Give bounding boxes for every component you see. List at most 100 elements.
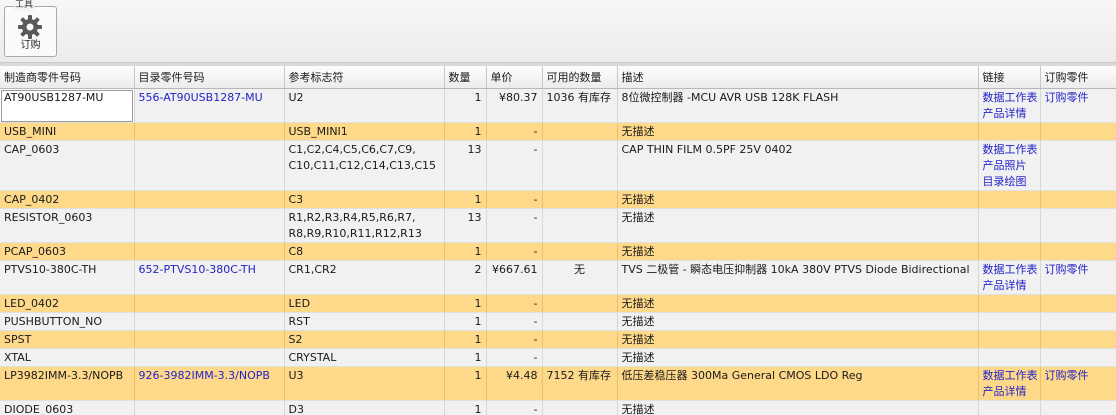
cell-ref-designator[interactable]: U2: [284, 88, 445, 123]
link-item[interactable]: 产品照片: [983, 158, 1036, 174]
cell-description[interactable]: 低压差稳压器 300Ma General CMOS LDO Reg: [617, 366, 979, 401]
header-order-part[interactable]: 订购零件: [1040, 66, 1116, 89]
cell-ref-designator[interactable]: CR1,CR2: [284, 260, 445, 295]
cell-description[interactable]: 无描述: [617, 122, 979, 141]
header-quantity[interactable]: 数量: [444, 66, 487, 89]
table-row[interactable]: LED_0402 LED 1- 无描述: [0, 294, 1116, 313]
cell-quantity[interactable]: 1: [444, 366, 487, 401]
bom-grid[interactable]: 制造商零件号码 目录零件号码 参考标志符 数量 单价 可用的数量 描述 链接 订…: [0, 66, 1116, 415]
cell-description[interactable]: 无描述: [617, 294, 979, 313]
cell-available-qty[interactable]: [542, 348, 618, 367]
link-item[interactable]: 数据工作表: [983, 262, 1038, 278]
cell-mfr-part[interactable]: PCAP_0603: [0, 242, 135, 261]
cell-quantity[interactable]: 13: [444, 140, 487, 191]
cell-order-part[interactable]: [1040, 208, 1116, 243]
header-description[interactable]: 描述: [617, 66, 979, 89]
cell-order-part[interactable]: [1040, 294, 1116, 313]
cell-catalog-part[interactable]: [134, 330, 285, 349]
cell-unit-price[interactable]: -: [486, 330, 543, 349]
table-row[interactable]: PUSHBUTTON_NO RST 1- 无描述: [0, 312, 1116, 331]
cell-quantity[interactable]: 1: [444, 400, 487, 415]
cell-ref-designator[interactable]: R1,R2,R3,R4,R5,R6,R7, R8,R9,R10,R11,R12,R…: [284, 208, 445, 243]
cell-unit-price[interactable]: -: [486, 348, 543, 367]
cell-description[interactable]: TVS 二极管 - 瞬态电压抑制器 10kA 380V PTVS Diode B…: [617, 260, 979, 295]
link-item[interactable]: 数据工作表: [983, 142, 1038, 158]
cell-quantity[interactable]: 1: [444, 122, 487, 141]
cell-unit-price[interactable]: -: [486, 400, 543, 415]
cell-available-qty[interactable]: [542, 400, 618, 415]
cell-mfr-part[interactable]: DIODE_0603: [0, 400, 135, 415]
cell-catalog-part[interactable]: 652-PTVS10-380C-TH: [134, 260, 285, 295]
cell-mfr-part[interactable]: CAP_0402: [0, 190, 135, 209]
cell-description[interactable]: 8位微控制器 -MCU AVR USB 128K FLASH: [617, 88, 979, 123]
cell-available-qty[interactable]: [542, 242, 618, 261]
cell-ref-designator[interactable]: USB_MINI1: [284, 122, 445, 141]
cell-order-part[interactable]: 订购零件: [1040, 366, 1116, 401]
table-row[interactable]: RESISTOR_0603 R1,R2,R3,R4,R5,R6,R7, R8,R9,…: [0, 208, 1116, 243]
table-row[interactable]: SPST S2 1- 无描述: [0, 330, 1116, 349]
cell-order-part[interactable]: 订购零件: [1040, 260, 1116, 295]
cell-quantity[interactable]: 1: [444, 88, 487, 123]
order-button[interactable]: 订购: [5, 40, 56, 52]
link-item[interactable]: 数据工作表: [983, 368, 1038, 384]
cell-description[interactable]: 无描述: [617, 242, 979, 261]
cell-catalog-part[interactable]: [134, 242, 285, 261]
cell-ref-designator[interactable]: C1,C2,C4,C5,C6,C7,C9, C10,C11,C12,C14,C13…: [284, 140, 445, 191]
cell-catalog-part[interactable]: [134, 312, 285, 331]
cell-catalog-part[interactable]: [134, 400, 285, 415]
cell-unit-price[interactable]: -: [486, 242, 543, 261]
cell-order-part[interactable]: [1040, 190, 1116, 209]
cell-available-qty[interactable]: 1036 有库存: [542, 88, 618, 123]
cell-description[interactable]: 无描述: [617, 330, 979, 349]
cell-order-part[interactable]: [1040, 242, 1116, 261]
table-row[interactable]: USB_MINI USB_MINI1 1- 无描述: [0, 122, 1116, 141]
cell-quantity[interactable]: 1: [444, 242, 487, 261]
cell-unit-price[interactable]: -: [486, 208, 543, 243]
cell-order-part[interactable]: [1040, 312, 1116, 331]
cell-catalog-part[interactable]: 556-AT90USB1287-MU: [134, 88, 285, 123]
cell-ref-designator[interactable]: S2: [284, 330, 445, 349]
header-catalog-part[interactable]: 目录零件号码: [134, 66, 285, 89]
cell-available-qty[interactable]: [542, 312, 618, 331]
cell-ref-designator[interactable]: U3: [284, 366, 445, 401]
cell-available-qty[interactable]: 7152 有库存: [542, 366, 618, 401]
table-row[interactable]: XTAL CRYSTAL 1- 无描述: [0, 348, 1116, 367]
cell-description[interactable]: 无描述: [617, 312, 979, 331]
header-unit-price[interactable]: 单价: [486, 66, 543, 89]
gear-icon[interactable]: [17, 14, 43, 40]
cell-description[interactable]: 无描述: [617, 400, 979, 415]
cell-order-part[interactable]: [1040, 122, 1116, 141]
cell-mfr-part[interactable]: LP3982IMM-3.3/NOPB: [0, 366, 135, 401]
link-item[interactable]: 产品详情: [983, 278, 1036, 294]
cell-catalog-part[interactable]: [134, 208, 285, 243]
cell-catalog-part[interactable]: [134, 190, 285, 209]
cell-ref-designator[interactable]: D3: [284, 400, 445, 415]
header-links[interactable]: 链接: [978, 66, 1041, 89]
cell-mfr-part[interactable]: PUSHBUTTON_NO: [0, 312, 135, 331]
cell-ref-designator[interactable]: LED: [284, 294, 445, 313]
cell-quantity[interactable]: 1: [444, 312, 487, 331]
link-item[interactable]: 数据工作表: [983, 90, 1038, 106]
cell-unit-price[interactable]: ¥80.37: [486, 88, 543, 123]
cell-quantity[interactable]: 1: [444, 348, 487, 367]
cell-mfr-part[interactable]: XTAL: [0, 348, 135, 367]
table-row[interactable]: AT90USB1287-MU 556-AT90USB1287-MU U2 1 ¥80.3…: [0, 88, 1116, 123]
cell-quantity[interactable]: 1: [444, 190, 487, 209]
cell-mfr-part[interactable]: LED_0402: [0, 294, 135, 313]
cell-mfr-part[interactable]: SPST: [0, 330, 135, 349]
table-row[interactable]: LP3982IMM-3.3/NOPB 926-3982IMM-3.3/NOPB U3…: [0, 366, 1116, 401]
cell-unit-price[interactable]: -: [486, 294, 543, 313]
cell-available-qty[interactable]: [542, 190, 618, 209]
cell-available-qty[interactable]: 无: [542, 260, 618, 295]
cell-ref-designator[interactable]: C8: [284, 242, 445, 261]
cell-mfr-part[interactable]: USB_MINI: [0, 122, 135, 141]
cell-available-qty[interactable]: [542, 140, 618, 191]
cell-order-part[interactable]: [1040, 330, 1116, 349]
cell-unit-price[interactable]: -: [486, 312, 543, 331]
cell-mfr-part[interactable]: AT90USB1287-MU: [0, 88, 135, 123]
cell-quantity[interactable]: 2: [444, 260, 487, 295]
cell-description[interactable]: CAP THIN FILM 0.5PF 25V 0402: [617, 140, 979, 191]
link-item[interactable]: 产品详情: [983, 106, 1036, 122]
link-item[interactable]: 目录绘图: [983, 174, 1036, 190]
cell-available-qty[interactable]: [542, 294, 618, 313]
